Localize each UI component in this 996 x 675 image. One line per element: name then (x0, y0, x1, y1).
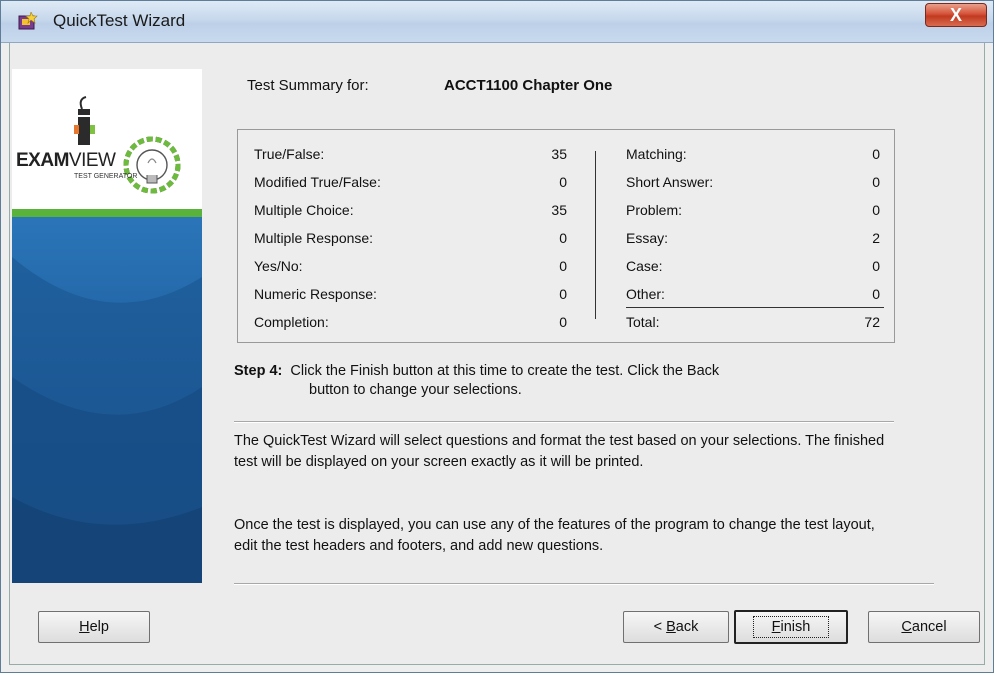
count-value-multiple-choice: 35 (551, 202, 567, 218)
count-value-total: 72 (864, 314, 880, 330)
step-label: Step 4: (234, 363, 283, 379)
count-label-matching: Matching: (626, 146, 687, 162)
count-value-problem: 0 (872, 202, 880, 218)
finish-button[interactable]: Finish (734, 610, 848, 644)
test-title: ACCT1100 Chapter One (444, 77, 613, 94)
count-label-problem: Problem: (626, 202, 683, 218)
count-label-short-answer: Short Answer: (626, 174, 714, 190)
cancel-button[interactable]: Cancel (868, 611, 980, 643)
count-value-numeric-response: 0 (559, 286, 567, 302)
quicktest-wizard-window: QuickTest Wizard X EXAMVIEW TEST GENERAT… (0, 0, 994, 673)
info-paragraph-1: The QuickTest Wizard will select questio… (234, 433, 885, 470)
count-label-yes-no: Yes/No: (254, 258, 303, 274)
wave-decoration-icon (12, 257, 202, 583)
examview-logo-icon (74, 96, 181, 194)
logo-wordmark: EXAMVIEW (16, 150, 116, 171)
count-value-matching: 0 (872, 146, 880, 162)
logo-subtitle: TEST GENERATOR (74, 173, 138, 180)
count-label-numeric-response: Numeric Response: (254, 286, 377, 302)
separator-bottom (234, 583, 934, 585)
info-paragraph-2: Once the test is displayed, you can use … (234, 517, 875, 554)
summary-label: Test Summary for: (247, 77, 369, 94)
back-button[interactable]: < Back (623, 611, 729, 643)
column-divider (595, 151, 596, 319)
count-label-multiple-choice: Multiple Choice: (254, 202, 354, 218)
count-label-completion: Completion: (254, 314, 329, 330)
count-label-other: Other: (626, 286, 665, 302)
help-button[interactable]: Help (38, 611, 150, 643)
step-instruction: Step 4: Click the Finish button at this … (234, 361, 719, 382)
step-text-line1: Click the Finish button at this time to … (290, 363, 720, 379)
count-value-essay: 2 (872, 230, 880, 246)
close-button[interactable]: X (925, 3, 987, 27)
blue-decoration (12, 217, 202, 583)
count-value-other: 0 (872, 286, 880, 302)
app-icon (18, 12, 38, 30)
count-value-multiple-response: 0 (559, 230, 567, 246)
logo-area: EXAMVIEW TEST GENERATOR (12, 69, 202, 209)
step-text-line2: button to change your selections. (309, 382, 522, 398)
count-label-true-false: True/False: (254, 146, 325, 162)
count-value-modified-true-false: 0 (559, 174, 567, 190)
count-label-modified-true-false: Modified True/False: (254, 174, 381, 190)
count-value-true-false: 35 (551, 146, 567, 162)
count-label-total: Total: (626, 314, 660, 330)
title-bar: QuickTest Wizard X (1, 1, 993, 43)
close-icon: X (949, 5, 962, 25)
count-label-case: Case: (626, 258, 663, 274)
count-value-short-answer: 0 (872, 174, 880, 190)
count-label-essay: Essay: (626, 230, 669, 246)
finish-focus-rect: Finish (752, 616, 830, 638)
count-value-yes-no: 0 (559, 258, 567, 274)
window-title: QuickTest Wizard (53, 11, 186, 30)
green-accent-bar (12, 209, 202, 217)
count-label-multiple-response: Multiple Response: (254, 230, 374, 246)
total-underline (626, 307, 884, 308)
separator-top (234, 421, 894, 423)
count-value-case: 0 (872, 258, 880, 274)
branding-panel: EXAMVIEW TEST GENERATOR (12, 69, 202, 583)
count-value-completion: 0 (559, 314, 567, 330)
